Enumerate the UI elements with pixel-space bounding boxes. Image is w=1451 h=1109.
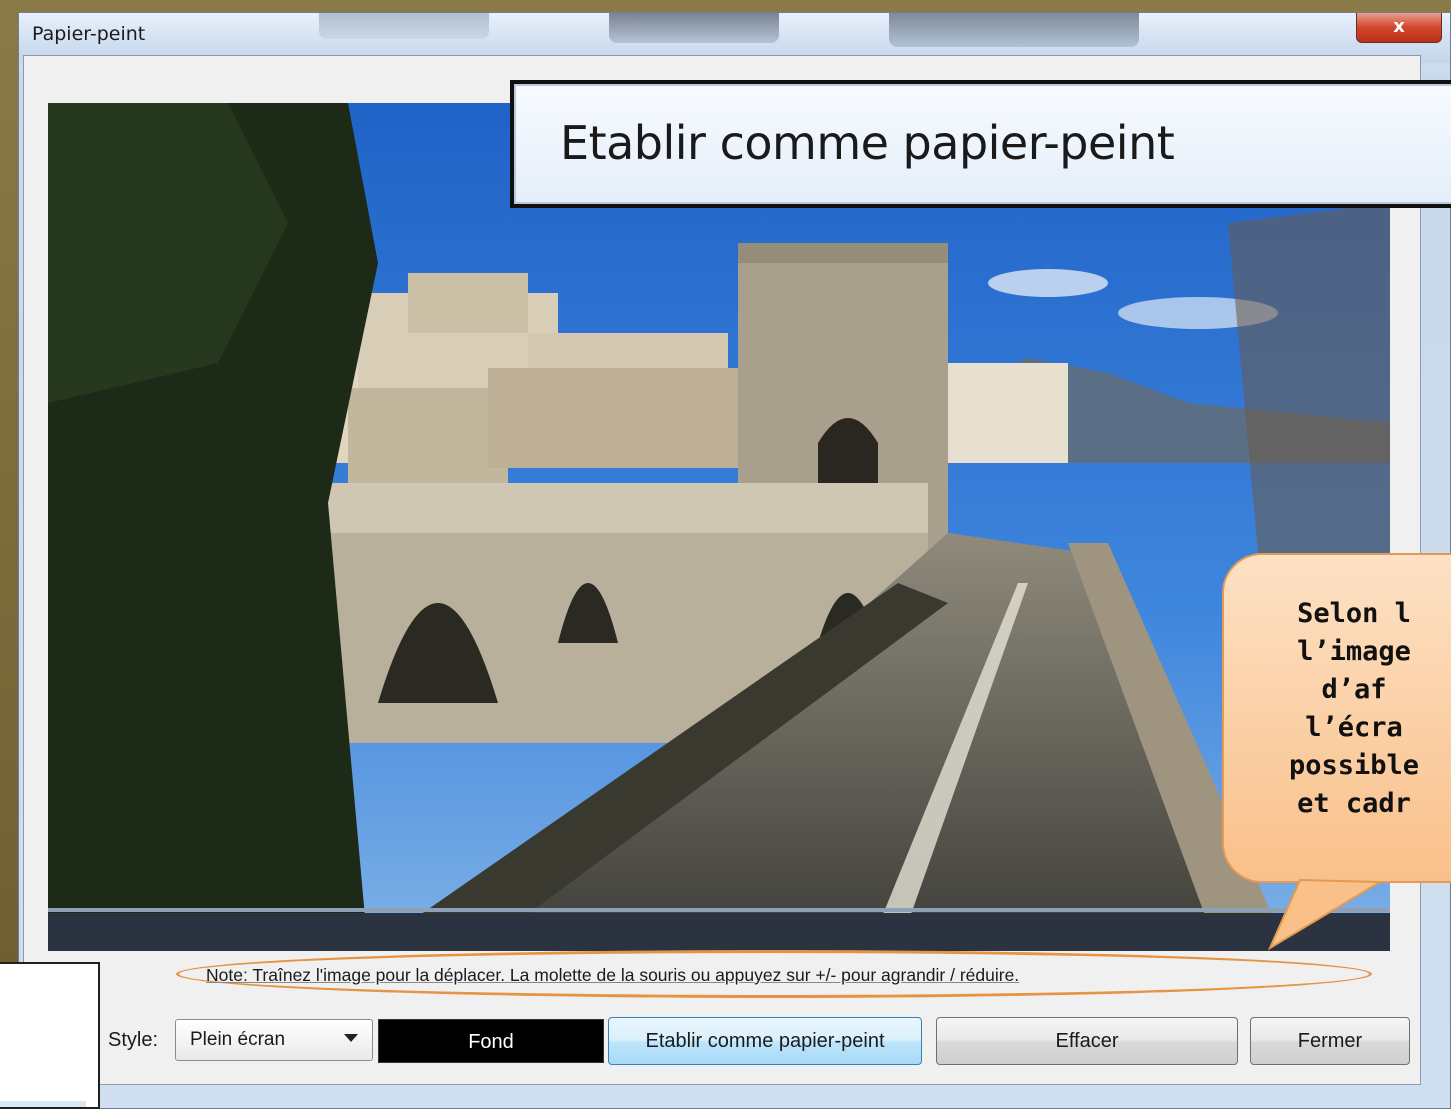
- background-color-button[interactable]: Fond: [378, 1019, 604, 1063]
- bridge-photo: [48, 103, 1390, 951]
- bubble-text: Selon l l’image d’af l’écra possible et …: [1224, 595, 1451, 823]
- help-note: Note: Traînez l'image pour la déplacer. …: [206, 965, 1020, 985]
- bubble-line: l’image: [1297, 636, 1411, 667]
- close-window-button[interactable]: x: [1356, 13, 1442, 43]
- callout-label: Etablir comme papier-peint: [560, 116, 1175, 170]
- bubble-line: possible: [1288, 750, 1420, 781]
- overlay-panel: [0, 962, 100, 1109]
- bubble-line: l’écra: [1305, 712, 1403, 743]
- taskbar-thumbnail: [889, 13, 1139, 47]
- clear-button[interactable]: Effacer: [936, 1017, 1238, 1065]
- wallpaper-preview-image[interactable]: [48, 103, 1390, 951]
- window-title: Papier-peint: [32, 23, 146, 45]
- tooltip-bubble: Selon l l’image d’af l’écra possible et …: [1222, 553, 1451, 883]
- style-selected-value: Plein écran: [190, 1029, 286, 1050]
- overlay-bar: [0, 1101, 86, 1107]
- taskbar-thumbnail: [319, 13, 489, 39]
- bubble-line: Selon l: [1297, 598, 1411, 629]
- set-wallpaper-callout: Etablir comme papier-peint: [510, 80, 1451, 208]
- style-dropdown[interactable]: Plein écran: [175, 1019, 373, 1061]
- close-button[interactable]: Fermer: [1250, 1017, 1410, 1065]
- set-wallpaper-button[interactable]: Etablir comme papier-peint: [608, 1017, 922, 1065]
- taskbar-thumbnail: [609, 13, 779, 43]
- chevron-down-icon: [344, 1034, 358, 1042]
- bubble-line: et cadr: [1297, 788, 1411, 819]
- bubble-line: d’af: [1321, 674, 1387, 705]
- style-label: Style:: [108, 1029, 159, 1051]
